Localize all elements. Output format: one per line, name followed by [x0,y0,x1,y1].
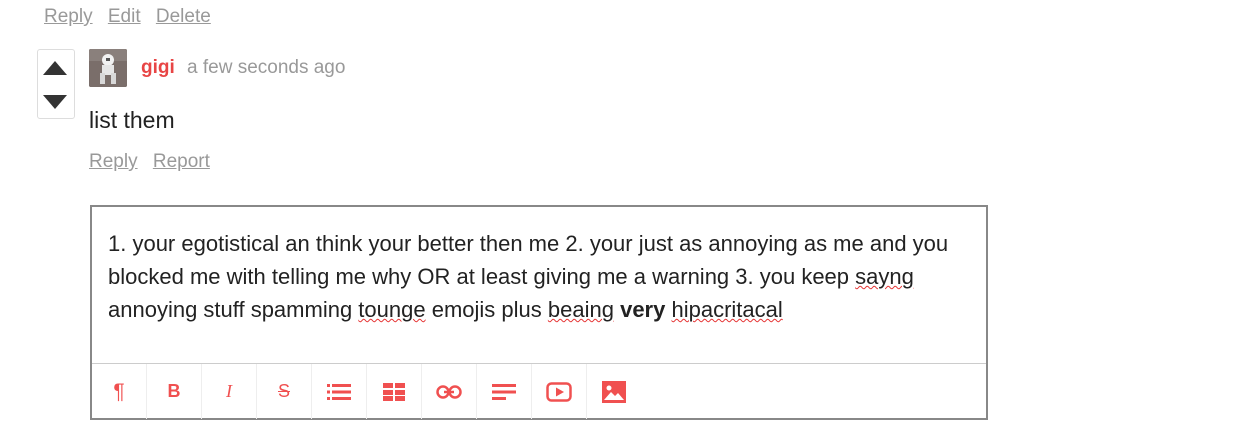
bold-icon: B [167,381,181,401]
align-button[interactable] [477,364,532,419]
reply-textarea[interactable]: 1. your egotistical an think your better… [108,227,958,326]
strikethrough-button[interactable]: S [257,364,312,419]
link-button[interactable] [422,364,477,419]
reply-text-segment: 1. your egotistical an think your better… [108,231,949,289]
bold-text: very [620,297,666,322]
misspelled-word: beaing [547,297,614,322]
image-icon [602,380,626,403]
editor-toolbar: ¶ B I S [92,363,986,419]
edit-link[interactable]: Edit [108,6,141,27]
reply-text-segment: annoying stuff spamming [108,297,359,322]
comment-timestamp: a few seconds ago [187,57,346,78]
video-button[interactable] [532,364,587,419]
reply-text-segment: emojis plus [425,297,548,322]
list-icon [327,383,351,400]
align-icon [492,383,516,400]
delete-link[interactable]: Delete [156,6,211,27]
link-icon [436,384,462,399]
reply-editor: 1. your egotistical an think your better… [90,205,988,420]
italic-button[interactable]: I [202,364,257,419]
avatar[interactable] [89,49,127,87]
table-icon [383,382,405,401]
paragraph-icon: ¶ [113,379,125,403]
italic-icon: I [226,381,232,401]
reply-link[interactable]: Reply [89,151,138,172]
reply-link[interactable]: Reply [44,6,93,27]
downvote-icon[interactable] [43,95,67,109]
table-button[interactable] [367,364,422,419]
list-button[interactable] [312,364,367,419]
comment-text: list them [89,107,175,133]
strikethrough-icon: S [277,381,290,401]
report-link[interactable]: Report [153,151,210,172]
paragraph-button[interactable]: ¶ [92,364,147,419]
bold-button[interactable]: B [147,364,202,419]
image-button[interactable] [587,364,641,419]
misspelled-word: sayng [855,264,914,289]
misspelled-word: hipacritacal [671,297,783,322]
vote-box [37,49,75,119]
comment-author[interactable]: gigi [141,57,175,79]
comment-actions: Reply Report [89,151,220,173]
misspelled-word: tounge [358,297,426,322]
video-icon [546,381,572,402]
upvote-icon[interactable] [43,61,67,75]
parent-comment-actions: Reply Edit Delete [44,6,221,28]
